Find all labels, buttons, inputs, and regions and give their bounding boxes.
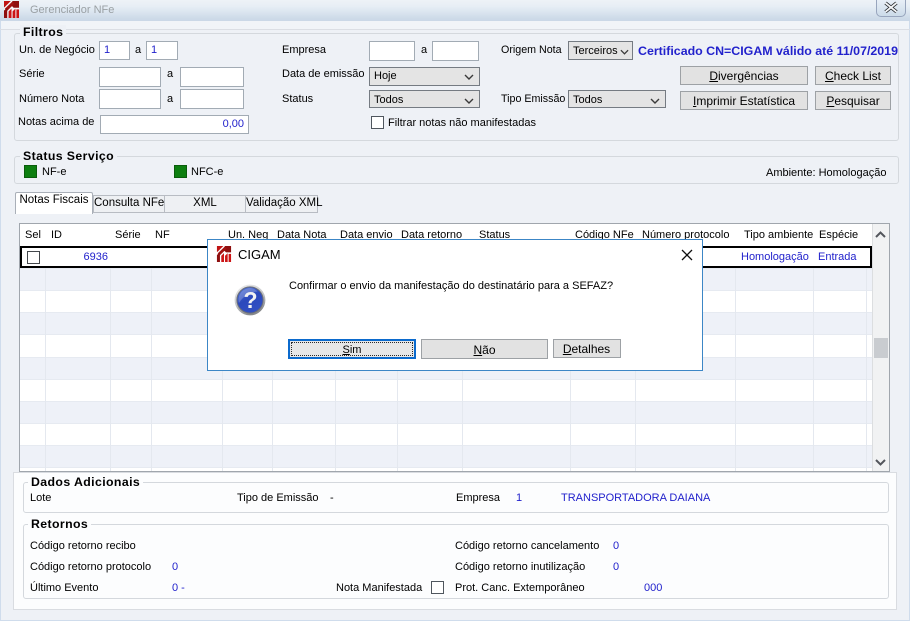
svg-text:?: ? bbox=[243, 287, 257, 313]
